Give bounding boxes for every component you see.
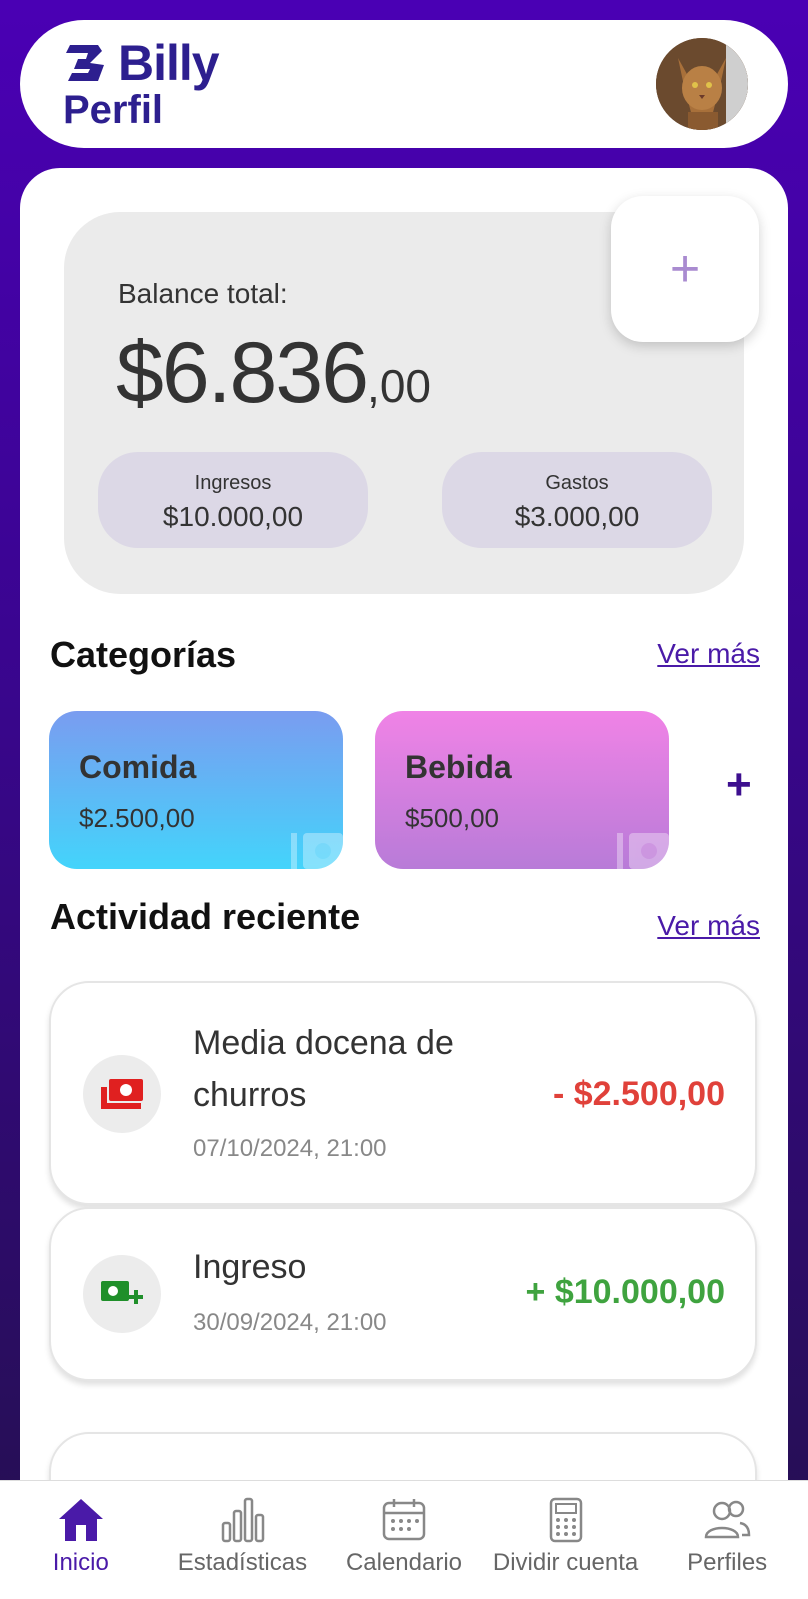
gastos-summary[interactable]: Gastos $3.000,00 [442, 452, 712, 548]
home-icon [58, 1499, 103, 1541]
nav-label: Dividir cuenta [492, 1549, 639, 1576]
bottom-nav: Inicio Estadísticas Calendario Dividir c… [0, 1480, 808, 1599]
category-card-bebida[interactable]: Bebida $500,00 [375, 711, 669, 869]
activity-date: 30/09/2024, 21:00 [193, 1309, 387, 1336]
balance-amount-integer: $6.836 [116, 325, 369, 421]
cash-watermark-icon [617, 833, 669, 869]
activity-item[interactable]: Media docena de churros 07/10/2024, 21:0… [49, 981, 757, 1205]
income-cash-icon [83, 1255, 161, 1333]
gastos-value: $3.000,00 [514, 501, 640, 532]
activity-amount: - $2.500,00 [552, 1075, 725, 1113]
gastos-label: Gastos [545, 472, 609, 494]
nav-label: Perfiles [687, 1549, 768, 1576]
activity-title: Actividad reciente [50, 896, 361, 937]
brand-logo[interactable]: Billy [64, 34, 220, 92]
activity-title-line1: Ingreso [193, 1248, 307, 1286]
balance-amount-decimal: ,00 [367, 360, 431, 412]
balance-label: Balance total: [118, 278, 288, 309]
category-name: Comida [79, 749, 197, 785]
activity-title-line2: churros [193, 1076, 307, 1114]
category-card-comida[interactable]: Comida $2.500,00 [49, 711, 343, 869]
activity-date: 07/10/2024, 21:00 [193, 1135, 387, 1162]
activity-title-line1: Media docena de [193, 1024, 454, 1062]
cat-avatar-image [656, 38, 748, 130]
calendar-icon [382, 1499, 426, 1541]
stats-icon [222, 1497, 265, 1543]
cash-watermark-icon [291, 833, 343, 869]
nav-dividir-cuenta[interactable]: Dividir cuenta [485, 1481, 647, 1599]
add-transaction-button[interactable]: + [611, 196, 759, 342]
nav-label: Inicio [52, 1549, 109, 1576]
billy-logo-icon [66, 45, 104, 81]
ingresos-value: $10.000,00 [162, 501, 304, 532]
categories-title: Categorías [50, 634, 237, 675]
nav-estadisticas[interactable]: Estadísticas [162, 1481, 324, 1599]
brand-name: Billy [118, 35, 220, 91]
ingresos-label: Ingresos [194, 472, 272, 494]
nav-inicio[interactable]: Inicio [0, 1481, 162, 1599]
category-name: Bebida [405, 749, 512, 785]
activity-item[interactable]: Ingreso 30/09/2024, 21:00 + $10.000,00 [49, 1207, 757, 1381]
header-bar: Billy Perfil [20, 20, 788, 148]
add-category-button[interactable]: + [726, 760, 752, 810]
activity-amount: + $10.000,00 [525, 1273, 725, 1311]
main-content: Balance total: $6.836,00 Ingresos $10.00… [20, 168, 788, 1599]
balance-amount: $6.836,00 [116, 324, 431, 423]
nav-perfiles[interactable]: Perfiles [646, 1481, 808, 1599]
category-value: $2.500,00 [79, 803, 195, 833]
profiles-icon [704, 1500, 751, 1539]
ingresos-summary[interactable]: Ingresos $10.000,00 [98, 452, 368, 548]
avatar[interactable] [656, 38, 748, 130]
category-value: $500,00 [405, 803, 499, 833]
categories-see-more-link[interactable]: Ver más [657, 638, 760, 670]
page-title: Perfil [63, 88, 164, 132]
expense-cash-icon [83, 1055, 161, 1133]
calculator-icon [549, 1497, 582, 1543]
nav-label: Calendario [345, 1549, 463, 1576]
nav-label: Estadísticas [177, 1549, 308, 1576]
activity-see-more-link[interactable]: Ver más [657, 910, 760, 942]
nav-calendario[interactable]: Calendario [323, 1481, 485, 1599]
